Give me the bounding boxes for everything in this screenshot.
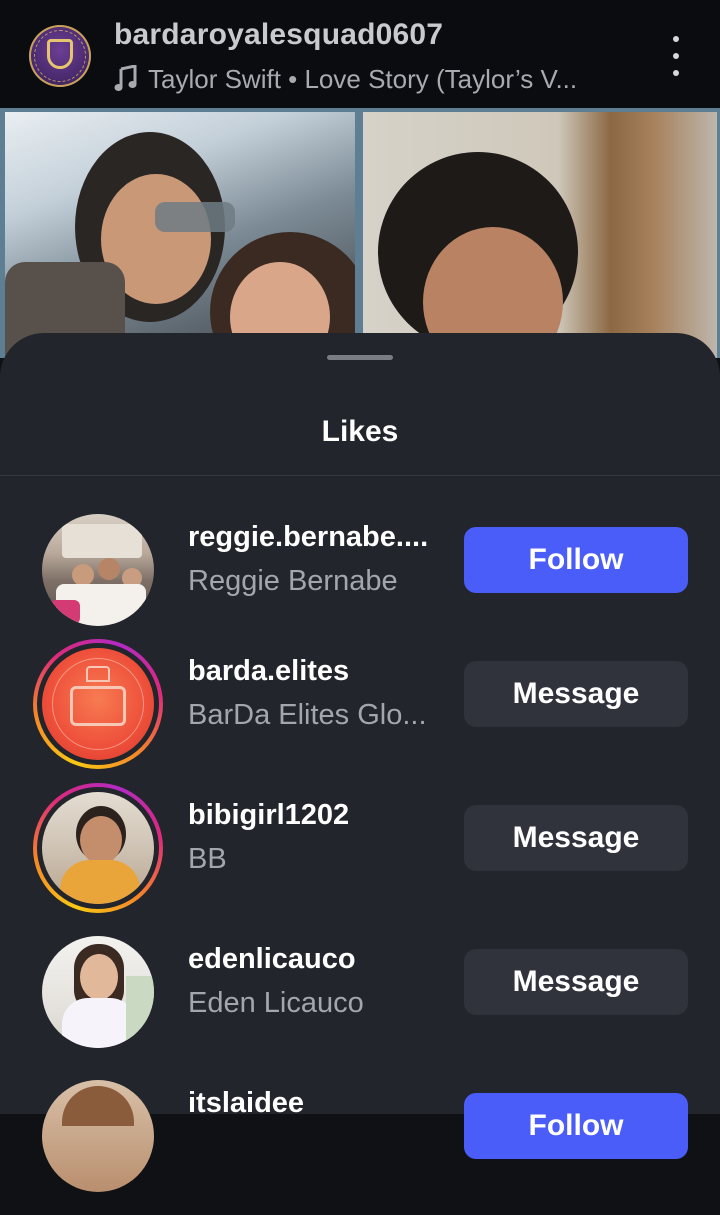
avatar-story-ring[interactable] (33, 783, 163, 913)
post-photo-left (5, 112, 355, 358)
like-full-name: Eden Licauco (188, 987, 364, 1019)
avatar-container[interactable] (33, 1071, 163, 1201)
sheet-drag-handle[interactable] (327, 355, 393, 360)
like-full-name: BarDa Elites Glo... (188, 699, 427, 731)
avatar-story-ring[interactable] (33, 639, 163, 769)
follow-button[interactable]: Follow (464, 527, 688, 593)
list-item[interactable]: itslaidee Follow (0, 1071, 720, 1215)
post-media[interactable] (0, 108, 720, 358)
message-button[interactable]: Message (464, 805, 688, 871)
post-author-avatar[interactable] (29, 25, 91, 87)
more-options-button[interactable] (660, 36, 692, 76)
avatar-container[interactable] (33, 927, 163, 1057)
avatar (42, 1080, 154, 1192)
photo-glasses (155, 202, 235, 232)
like-username[interactable]: bibigirl1202 (188, 799, 440, 832)
avatar (42, 936, 154, 1048)
like-username[interactable]: reggie.bernabe.... (188, 521, 440, 554)
list-item[interactable]: edenlicauco Eden Licauco Message (0, 927, 720, 1071)
list-item[interactable]: bibigirl1202 BB Message (0, 783, 720, 927)
list-item[interactable]: barda.elites BarDa Elites Glo... Message (0, 639, 720, 783)
music-track-label: Taylor Swift • Love Story (Taylor’s V... (148, 63, 578, 94)
avatar-container[interactable] (33, 505, 163, 635)
list-item[interactable]: reggie.bernabe.... Reggie Bernabe Follow (0, 505, 720, 649)
music-note-icon (114, 65, 137, 91)
post-author-username[interactable]: bardaroyalesquad0607 (114, 18, 443, 52)
like-username[interactable]: itslaidee (188, 1087, 440, 1120)
more-dot (673, 70, 679, 76)
like-full-name: BB (188, 843, 227, 875)
more-vertical-icon (673, 36, 679, 42)
avatar (42, 792, 154, 904)
post-header: bardaroyalesquad0607 Taylor Swift • Love… (0, 0, 720, 108)
post-photo-right (363, 112, 717, 358)
divider (0, 475, 720, 476)
post-music-link[interactable]: Taylor Swift • Love Story (Taylor’s V... (114, 62, 614, 96)
likes-sheet: Likes reggie.bernabe.... Reggie Bernabe … (0, 333, 720, 1192)
like-username[interactable]: edenlicauco (188, 943, 440, 976)
message-button[interactable]: Message (464, 949, 688, 1015)
avatar (42, 514, 154, 626)
avatar (42, 648, 154, 760)
message-button[interactable]: Message (464, 661, 688, 727)
more-dot (673, 53, 679, 59)
follow-button[interactable]: Follow (464, 1093, 688, 1159)
sheet-title: Likes (321, 415, 399, 448)
crest-logo-icon (47, 39, 73, 69)
like-username[interactable]: barda.elites (188, 655, 440, 688)
like-full-name: Reggie Bernabe (188, 565, 398, 597)
